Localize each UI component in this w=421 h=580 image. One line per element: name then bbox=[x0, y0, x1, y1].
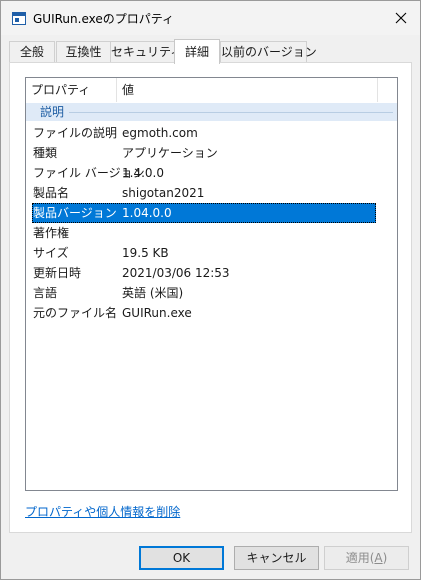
property-name: 元のファイル名 bbox=[33, 306, 118, 320]
window-title: GUIRun.exeのプロパティ bbox=[33, 12, 175, 26]
close-button[interactable] bbox=[388, 5, 414, 31]
property-row[interactable]: ファイルの説明 egmoth.com bbox=[26, 123, 397, 143]
tab-strip: 全般 互換性 セキュリティ 詳細 以前のバージョン bbox=[9, 39, 413, 64]
property-value: shigotan2021 bbox=[122, 186, 205, 200]
property-row[interactable]: 種類 アプリケーション bbox=[26, 143, 397, 163]
property-name: 更新日時 bbox=[33, 266, 82, 280]
property-value: 19.5 KB bbox=[122, 246, 169, 260]
cancel-button[interactable]: キャンセル bbox=[234, 546, 319, 570]
property-row[interactable]: 製品名 shigotan2021 bbox=[26, 183, 397, 203]
group-label: 説明 bbox=[40, 105, 65, 119]
property-row[interactable]: 言語 英語 (米国) bbox=[26, 283, 397, 303]
property-value: 英語 (米国) bbox=[122, 286, 184, 300]
property-row[interactable]: 著作権 bbox=[26, 223, 397, 243]
property-value: 1.04.0.0 bbox=[122, 206, 172, 220]
property-row[interactable]: サイズ 19.5 KB bbox=[26, 243, 397, 263]
property-value: 1.4.0.0 bbox=[122, 166, 164, 180]
property-value: 2021/03/06 12:53 bbox=[122, 266, 230, 280]
title-bar[interactable]: GUIRun.exeのプロパティ bbox=[1, 1, 420, 35]
property-name: ファイルの説明 bbox=[33, 126, 118, 140]
property-name: 製品バージョン bbox=[33, 206, 117, 220]
apply-access-key: A bbox=[374, 551, 383, 565]
tab-general[interactable]: 全般 bbox=[9, 41, 55, 62]
tab-security[interactable]: セキュリティ bbox=[110, 41, 182, 62]
properties-dialog: GUIRun.exeのプロパティ 全般 互換性 セキュリティ 詳細 以前のバージ… bbox=[0, 0, 421, 580]
group-header-description[interactable]: 説明 bbox=[26, 103, 397, 121]
ok-button[interactable]: OK bbox=[139, 546, 224, 570]
apply-label-suffix: ) bbox=[382, 551, 388, 565]
property-row[interactable]: ファイル バージョン 1.4.0.0 bbox=[26, 163, 397, 183]
tab-details[interactable]: 詳細 bbox=[174, 39, 220, 64]
property-value: GUIRun.exe bbox=[122, 306, 192, 320]
list-header: プロパティ 値 bbox=[26, 78, 397, 102]
property-name: 種類 bbox=[33, 146, 58, 160]
property-name: サイズ bbox=[33, 246, 69, 260]
details-list[interactable]: プロパティ 値 説明 ファイルの説明 egmoth.com 種類 アプリケーショ… bbox=[25, 77, 398, 491]
column-header-property[interactable]: プロパティ bbox=[26, 78, 117, 102]
window-app-icon bbox=[12, 12, 26, 25]
details-panel: プロパティ 値 説明 ファイルの説明 egmoth.com 種類 アプリケーショ… bbox=[9, 62, 412, 533]
property-name: 言語 bbox=[33, 286, 58, 300]
remove-properties-link[interactable]: プロパティや個人情報を削除 bbox=[25, 503, 180, 520]
column-header-value[interactable]: 値 bbox=[117, 78, 378, 102]
apply-label-prefix: 適用( bbox=[345, 551, 375, 565]
property-row-selected[interactable]: 製品バージョン 1.04.0.0 bbox=[32, 203, 376, 223]
tab-compatibility[interactable]: 互換性 bbox=[56, 41, 111, 62]
tab-previous-versions[interactable]: 以前のバージョン bbox=[220, 41, 317, 62]
property-value: egmoth.com bbox=[122, 126, 198, 140]
property-value: アプリケーション bbox=[122, 146, 218, 160]
property-name: 著作権 bbox=[33, 226, 70, 240]
apply-button[interactable]: 適用(A) bbox=[324, 546, 409, 570]
close-icon bbox=[395, 12, 407, 24]
property-name: 製品名 bbox=[33, 186, 70, 200]
group-divider bbox=[69, 112, 393, 113]
property-row[interactable]: 元のファイル名 GUIRun.exe bbox=[26, 303, 397, 323]
property-row[interactable]: 更新日時 2021/03/06 12:53 bbox=[26, 263, 397, 283]
